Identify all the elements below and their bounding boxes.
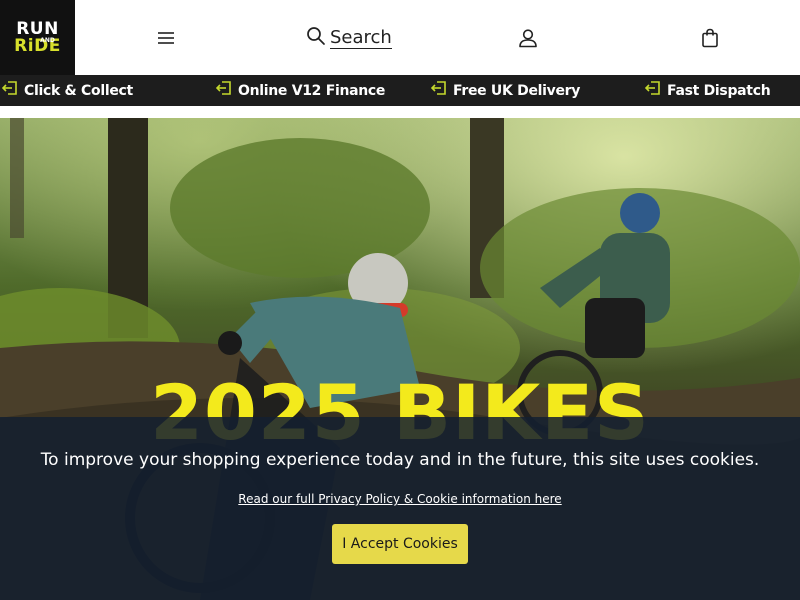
cookie-banner: To improve your shopping experience toda… <box>0 417 800 600</box>
usp-item-finance: Online V12 Finance <box>215 75 386 106</box>
usp-item-delivery: Free UK Delivery <box>430 75 581 106</box>
usp-label: Free UK Delivery <box>453 82 581 99</box>
usp-item-dispatch: Fast Dispatch <box>644 75 771 106</box>
logo-line2: AND RiDE <box>14 37 61 55</box>
cookie-policy-row: Read our full Privacy Policy & Cookie in… <box>0 490 800 508</box>
user-icon[interactable] <box>517 27 539 49</box>
site-logo[interactable]: RUN AND RiDE <box>0 0 75 75</box>
search-label: Search <box>330 26 392 49</box>
usp-item-click-collect: Click & Collect <box>1 75 133 106</box>
search-button[interactable]: Search <box>306 25 392 51</box>
shopping-bag-icon[interactable] <box>699 27 721 49</box>
usp-label: Online V12 Finance <box>238 82 386 99</box>
usp-label: Click & Collect <box>24 82 133 99</box>
logo-amp: AND <box>40 36 55 44</box>
search-icon <box>306 26 326 51</box>
privacy-policy-link[interactable]: Read our full Privacy Policy & Cookie in… <box>238 492 561 506</box>
hamburger-menu-icon[interactable] <box>155 27 177 49</box>
exit-icon <box>430 80 447 101</box>
usp-label: Fast Dispatch <box>667 82 771 99</box>
exit-icon <box>1 80 18 101</box>
exit-icon <box>215 80 232 101</box>
exit-icon <box>644 80 661 101</box>
accept-cookies-button[interactable]: I Accept Cookies <box>332 524 468 564</box>
cookie-message: To improve your shopping experience toda… <box>40 450 760 470</box>
site-header: RUN AND RiDE Search <box>0 0 800 75</box>
usp-bar: Click & Collect Online V12 Finance Free … <box>0 75 800 106</box>
